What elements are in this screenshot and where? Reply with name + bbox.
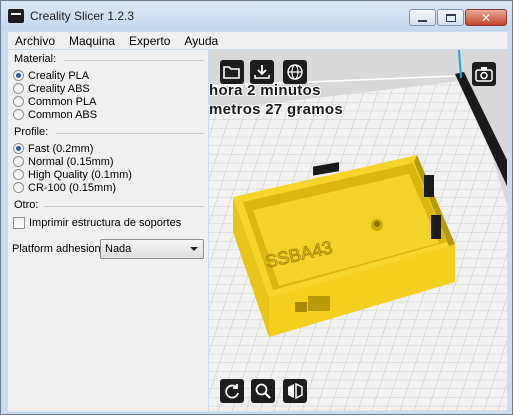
minimize-icon [418, 19, 427, 22]
divider [56, 133, 204, 134]
menu-bar: Archivo Maquina Experto Ayuda [8, 32, 507, 49]
radio-selected-icon[interactable] [13, 143, 24, 154]
menu-archivo[interactable]: Archivo [8, 34, 62, 48]
title-bar[interactable]: Creality Slicer 1.2.3 ✕ [1, 1, 512, 31]
profile-section-title: Profile: [14, 126, 49, 138]
material-option-creality-pla[interactable]: Creality PLA [13, 69, 89, 82]
radio-icon[interactable] [13, 109, 24, 120]
material-option-common-pla[interactable]: Common PLA [13, 95, 96, 108]
load-model-button[interactable] [220, 60, 244, 84]
mirror-button[interactable] [283, 379, 307, 403]
menu-experto[interactable]: Experto [122, 34, 177, 48]
app-icon [8, 9, 24, 23]
chevron-down-icon [190, 247, 198, 251]
material-option-common-abs[interactable]: Common ABS [13, 108, 97, 121]
app-window: Creality Slicer 1.2.3 ✕ Archivo Maquina … [0, 0, 513, 415]
globe-icon [287, 64, 303, 80]
profile-option-normal[interactable]: Normal (0.15mm) [13, 155, 114, 168]
radio-icon[interactable] [13, 169, 24, 180]
minimize-button[interactable] [409, 9, 436, 26]
support-label: Imprimir estructura de soportes [29, 216, 182, 229]
support-checkbox[interactable] [13, 216, 25, 229]
radio-icon[interactable] [13, 182, 24, 193]
radio-icon[interactable] [13, 96, 24, 107]
3d-viewport[interactable]: SSBA43 hora 2 minutos metros 27 gramos [209, 50, 507, 411]
camera-icon [475, 67, 493, 82]
radio-icon[interactable] [13, 156, 24, 167]
print-time-text: hora 2 minutos [209, 82, 321, 99]
settings-panel: Material: Creality PLA Creality ABS Comm… [8, 50, 208, 411]
support-checkbox-row[interactable]: Imprimir estructura de soportes [13, 216, 181, 229]
maximize-button[interactable] [437, 9, 464, 26]
option-label: Normal (0.15mm) [28, 155, 114, 168]
close-icon: ✕ [480, 10, 492, 25]
divider [64, 60, 204, 61]
platform-adhesion-label: Platform adhesion [12, 243, 101, 255]
material-section-title: Material: [14, 53, 57, 65]
folder-open-icon [223, 66, 240, 79]
profile-option-fast[interactable]: Fast (0.2mm) [13, 142, 93, 155]
rotate-icon [225, 384, 239, 399]
zoom-icon [255, 383, 271, 399]
close-button[interactable]: ✕ [465, 9, 507, 26]
platform-adhesion-select[interactable]: Nada [100, 239, 204, 259]
profile-option-high-quality[interactable]: High Quality (0.1mm) [13, 168, 132, 181]
option-label: Creality ABS [28, 82, 90, 95]
menu-ayuda[interactable]: Ayuda [177, 34, 225, 48]
save-gcode-button[interactable] [250, 60, 274, 84]
print-material-text: metros 27 gramos [209, 101, 344, 118]
menu-maquina[interactable]: Maquina [62, 34, 122, 48]
divider [44, 206, 204, 207]
download-icon [254, 65, 270, 79]
option-label: Fast (0.2mm) [28, 142, 94, 155]
maximize-icon [445, 13, 456, 22]
radio-icon[interactable] [13, 83, 24, 94]
window-title: Creality Slicer 1.2.3 [30, 9, 135, 23]
mirror-icon [288, 382, 303, 400]
other-section-title: Otro: [14, 199, 39, 211]
material-option-creality-abs[interactable]: Creality ABS [13, 82, 90, 95]
scale-button[interactable] [251, 379, 275, 403]
share-button[interactable] [283, 60, 307, 84]
view-mode-button[interactable] [472, 62, 496, 86]
option-label: CR-100 (0.15mm) [28, 181, 117, 194]
platform-adhesion-value: Nada [105, 243, 132, 255]
option-label: Creality PLA [28, 69, 90, 82]
radio-selected-icon[interactable] [13, 70, 24, 81]
profile-option-cr100[interactable]: CR-100 (0.15mm) [13, 181, 116, 194]
option-label: High Quality (0.1mm) [28, 168, 132, 181]
rotate-button[interactable] [220, 379, 244, 403]
option-label: Common ABS [28, 108, 98, 121]
option-label: Common PLA [28, 95, 97, 108]
